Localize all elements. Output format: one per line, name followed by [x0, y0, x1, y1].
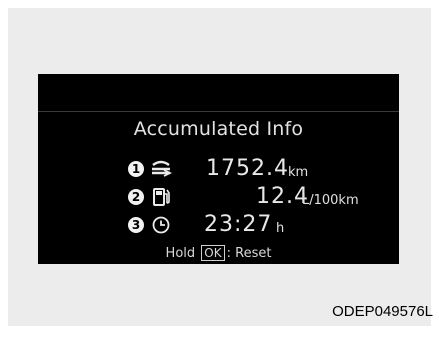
clock-icon — [152, 216, 170, 234]
road-distance-icon — [152, 160, 172, 177]
time-unit: h — [276, 221, 285, 236]
distance-value: 1752.4 — [206, 156, 289, 181]
figure-code: ODEP049576L — [332, 303, 433, 320]
info-row-time: 3 23:27 h — [38, 212, 399, 240]
info-row-distance: 1 1752.4 km — [38, 156, 399, 184]
distance-unit: km — [288, 165, 309, 180]
page-title: Accumulated Info — [133, 118, 304, 140]
row-number-badge: 2 — [128, 189, 144, 205]
display-divider — [38, 111, 399, 112]
fuel-pump-icon — [153, 188, 170, 206]
row-number-badge: 1 — [128, 161, 144, 177]
row-number-badge: 3 — [128, 217, 144, 233]
distance-value-group: 1752.4 — [206, 156, 289, 184]
ok-key: OK — [201, 245, 225, 261]
figure-frame: Accumulated Info 1 1752.4 km 2 12.4 L/10… — [8, 8, 431, 326]
hold-label: Hold — [165, 246, 196, 261]
time-value: 23:27 — [204, 212, 273, 237]
reset-hint: Hold OK: Reset — [38, 245, 399, 261]
cluster-display: Accumulated Info 1 1752.4 km 2 12.4 L/10… — [38, 74, 399, 264]
fuel-unit: L/100km — [302, 193, 359, 208]
reset-label: : Reset — [226, 246, 272, 261]
info-row-fuel: 2 12.4 L/100km — [38, 184, 399, 212]
